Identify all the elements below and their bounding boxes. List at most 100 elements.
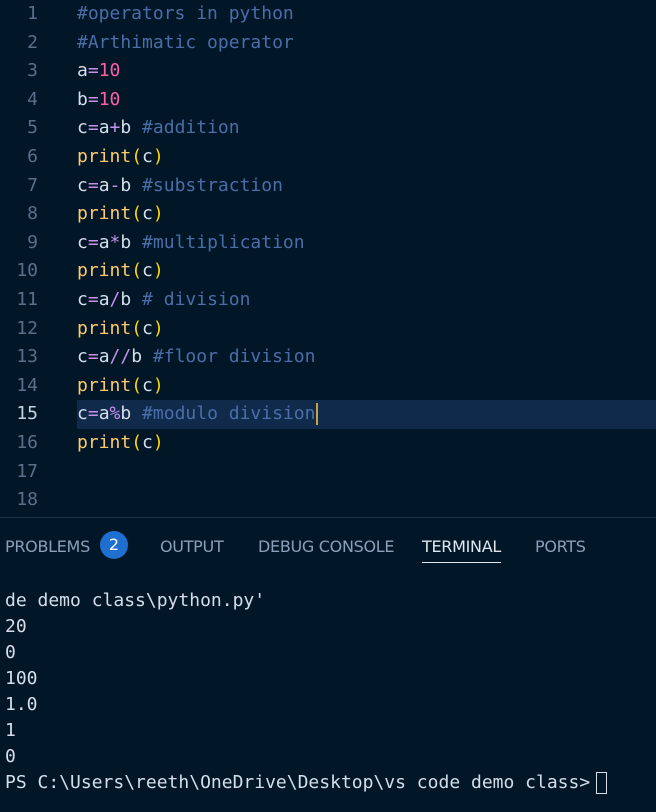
code-line[interactable]: 10 print(c) [0,257,656,286]
tab-terminal[interactable]: TERMINAL [422,536,501,563]
code-token: b [120,117,132,139]
code-editor[interactable]: 1 #operators in python 2 #Arthimatic operat… [0,0,656,517]
terminal-line: 1 [5,720,16,741]
code-token: #Arthimatic operator [77,31,294,53]
code-line[interactable]: 14 print(c) [0,372,656,401]
code-token: ) [152,317,164,339]
terminal-line: de demo class\python.py' [5,590,266,611]
code-token: #addition [131,117,240,139]
code-line[interactable]: 11 c=a/b # division [0,286,656,315]
code-token: = [87,117,99,139]
tab-problems[interactable]: PROBLEMS [5,536,90,562]
code-token: c [142,374,153,396]
line-number: 12 [16,317,38,339]
code-token: c [77,289,88,310]
code-token: ( [131,203,143,225]
code-text: print(c) [77,143,164,172]
terminal-output[interactable]: de demo class\python.py' 20 0 100 1.0 1 0 PS C:… [5,588,656,796]
code-token: // [109,346,132,368]
code-token: b [120,174,132,196]
line-number: 7 [27,174,38,196]
code-token: print [77,260,132,282]
line-number: 15 [16,403,38,425]
code-line[interactable]: 12 print(c) [0,315,656,344]
code-token: 10 [98,88,121,110]
line-number: 9 [27,231,38,253]
code-token: % [109,403,121,425]
code-text: #operators in python [77,0,294,29]
line-number: 10 [16,260,38,282]
code-token: print [77,146,132,167]
line-number: 2 [27,31,38,53]
terminal-line: 0 [5,642,16,663]
code-token: ) [152,432,164,453]
code-line[interactable]: 6 print(c) [0,143,656,172]
tab-output[interactable]: OUTPUT [160,536,224,562]
code-line[interactable]: 4 b=10 [0,86,656,115]
code-token: print [77,432,132,453]
line-number: 11 [16,289,38,310]
code-token: / [109,289,121,310]
code-text: c=a/b # division [77,286,250,315]
code-text: #Arthimatic operator [77,29,294,58]
code-token: * [109,231,121,253]
code-token: c [77,403,88,425]
code-line[interactable]: 8 print(c) [0,200,656,229]
code-line[interactable]: 3 a=10 [0,57,656,86]
code-token: ) [152,203,164,225]
code-token: b [120,289,132,310]
code-token: c [142,146,153,167]
code-token: ) [152,374,164,396]
code-line[interactable]: 2 #Arthimatic operator [0,29,656,58]
code-token: ( [131,374,143,396]
line-number: 1 [27,3,38,24]
code-line[interactable]: 16 print(c) [0,429,656,458]
line-number: 18 [16,489,38,511]
tab-debug-console[interactable]: DEBUG CONSOLE [258,536,395,562]
code-text: c=a//b #floor division [77,343,315,372]
code-token: #substraction [131,174,283,196]
code-token: c [142,203,153,225]
code-line[interactable]: 9 c=a*b #multiplication [0,229,656,258]
code-text: print(c) [77,429,164,458]
line-number: 4 [27,88,38,110]
code-text: c=a*b #multiplication [77,229,305,258]
code-line[interactable]: 18 [0,486,656,515]
line-number: 14 [16,374,38,396]
code-token: ) [152,260,164,282]
line-number: 8 [27,203,38,225]
code-token: a [98,117,110,139]
code-token: c [142,432,153,453]
code-token: ( [131,317,143,339]
terminal-line: 0 [5,746,16,767]
code-token: ) [152,146,164,167]
code-token: - [109,174,121,196]
code-token: = [87,346,99,368]
terminal-prompt[interactable]: PS C:\Users\reeth\OneDrive\Desktop\vs co… [5,770,656,796]
code-text: print(c) [77,257,164,286]
code-line[interactable]: 1 #operators in python [0,0,656,29]
code-token: print [77,374,132,396]
code-text: c=a-b #substraction [77,172,283,201]
code-token: = [87,403,99,425]
code-token: ( [131,260,143,282]
code-token: c [142,260,153,282]
line-number: 5 [27,117,38,139]
line-number: 17 [16,460,38,482]
code-line[interactable]: 17 [0,458,656,487]
code-token: = [87,289,99,310]
tab-ports[interactable]: PORTS [535,536,586,562]
code-line[interactable]: 13 c=a//b #floor division [0,343,656,372]
terminal-line: 20 [5,616,27,637]
code-line[interactable]: 5 c=a+b #addition [0,114,656,143]
code-token: c [77,117,88,139]
terminal-prompt-text: PS C:\Users\reeth\OneDrive\Desktop\vs co… [5,772,591,793]
code-token: ( [131,146,143,167]
code-token: c [77,231,88,253]
code-token: b [120,403,132,425]
code-line[interactable]: 7 c=a-b #substraction [0,172,656,201]
code-token: a [98,289,110,310]
code-line[interactable]: 15 c=a%b #modulo division [0,400,656,429]
text-cursor [316,403,319,426]
code-token: a [98,174,110,196]
